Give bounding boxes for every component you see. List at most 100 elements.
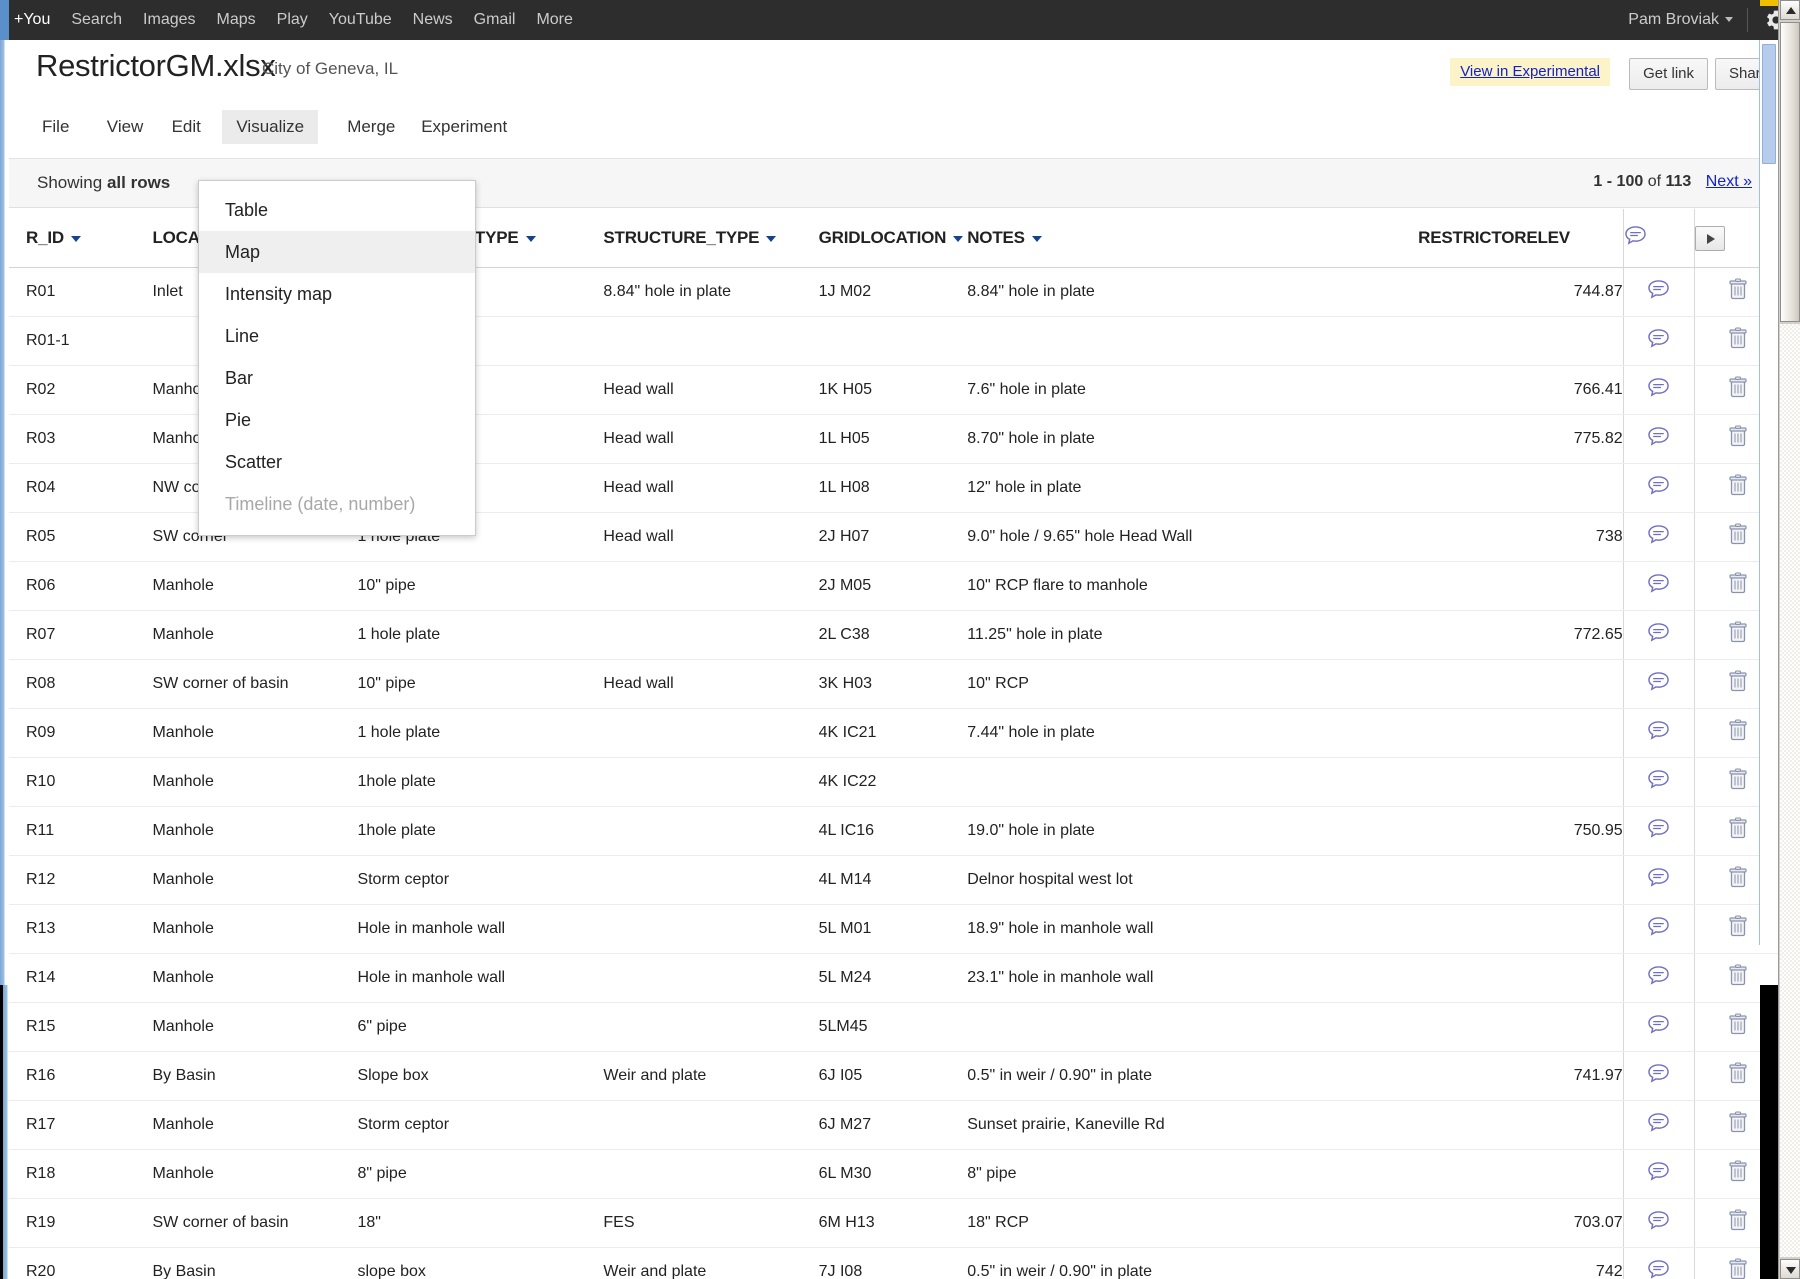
cell-restrictorelev[interactable] — [1418, 904, 1624, 954]
cell-r_id[interactable]: R11 — [9, 806, 153, 856]
comment-bubble-icon[interactable] — [1647, 426, 1670, 452]
gbar-link-more[interactable]: More — [536, 11, 572, 29]
page-scrollbar-thumb[interactable] — [1762, 44, 1776, 164]
comment-bubble-icon[interactable] — [1647, 1210, 1670, 1236]
cell-notes[interactable] — [967, 316, 1419, 366]
cell-notes[interactable]: 8.84" hole in plate — [967, 267, 1419, 317]
cell-gridlocation[interactable]: 3K H03 — [818, 659, 968, 709]
cell-r_id[interactable]: R05 — [9, 512, 153, 562]
cell-r_id[interactable]: R13 — [9, 904, 153, 954]
gbar-link--you[interactable]: +You — [14, 11, 50, 29]
trash-icon[interactable] — [1728, 1111, 1748, 1138]
cell-notes[interactable]: 7.44" hole in plate — [967, 708, 1419, 758]
menu-item-experiment[interactable]: Experiment — [407, 110, 521, 144]
cell-location[interactable]: Manhole — [152, 1100, 358, 1150]
cell-r_id[interactable]: R02 — [9, 365, 153, 415]
cell-gridlocation[interactable]: 5LM45 — [818, 1002, 968, 1052]
viz-menu-item-intensity-map[interactable]: Intensity map — [199, 273, 475, 315]
comment-bubble-icon[interactable] — [1647, 671, 1670, 697]
cell-restrictorelev[interactable]: 742 — [1418, 1247, 1624, 1279]
cell-r_id[interactable]: R04 — [9, 463, 153, 513]
viz-menu-item-pie[interactable]: Pie — [199, 399, 475, 441]
cell-r_id[interactable]: R19 — [9, 1198, 153, 1248]
cell-restrictor_type[interactable]: 8" pipe — [357, 1149, 604, 1199]
cell-notes[interactable]: 10" RCP flare to manhole — [967, 561, 1419, 611]
comment-bubble-icon[interactable] — [1647, 279, 1670, 305]
comment-bubble-icon[interactable] — [1647, 965, 1670, 991]
cell-gridlocation[interactable]: 2J H07 — [818, 512, 968, 562]
comment-bubble-icon[interactable] — [1647, 377, 1670, 403]
cell-r_id[interactable]: R07 — [9, 610, 153, 660]
comment-bubble-icon[interactable] — [1647, 1063, 1670, 1089]
cell-gridlocation[interactable]: 4K IC21 — [818, 708, 968, 758]
cell-notes[interactable]: 0.5" in weir / 0.90" in plate — [967, 1247, 1419, 1279]
trash-icon[interactable] — [1728, 278, 1748, 305]
cell-gridlocation[interactable] — [818, 316, 968, 366]
scrollbar-up-button[interactable] — [1780, 0, 1800, 20]
comment-bubble-icon[interactable] — [1647, 818, 1670, 844]
cell-gridlocation[interactable]: 7J I08 — [818, 1247, 968, 1279]
cell-structure_type[interactable]: 8.84" hole in plate — [603, 267, 819, 317]
comment-bubble-icon[interactable] — [1647, 622, 1670, 648]
column-header-restrictorelev[interactable]: RESTRICTORELEV — [1418, 209, 1624, 268]
cell-notes[interactable]: 18.9" hole in manhole wall — [967, 904, 1419, 954]
trash-icon[interactable] — [1728, 670, 1748, 697]
cell-restrictorelev[interactable] — [1418, 953, 1624, 1003]
cell-location[interactable]: SW corner of basin — [152, 1198, 358, 1248]
play-button-icon[interactable] — [1695, 225, 1726, 251]
cell-gridlocation[interactable]: 1J M02 — [818, 267, 968, 317]
cell-r_id[interactable]: R08 — [9, 659, 153, 709]
cell-structure_type[interactable] — [603, 1149, 819, 1199]
cell-restrictor_type[interactable]: Hole in manhole wall — [357, 953, 604, 1003]
view-in-experimental-link[interactable]: View in Experimental — [1460, 63, 1600, 80]
trash-icon[interactable] — [1728, 327, 1748, 354]
cell-gridlocation[interactable]: 1L H05 — [818, 414, 968, 464]
comment-bubble-icon[interactable] — [1647, 573, 1670, 599]
cell-structure_type[interactable] — [603, 1002, 819, 1052]
cell-structure_type[interactable]: Head wall — [603, 512, 819, 562]
cell-structure_type[interactable] — [603, 708, 819, 758]
trash-icon[interactable] — [1728, 866, 1748, 893]
cell-notes[interactable]: 7.6" hole in plate — [967, 365, 1419, 415]
table-row[interactable]: R19 SW corner of basin 18" FES 6M H13 18" RCP… — [9, 1198, 1781, 1248]
table-row[interactable]: R17 Manhole Storm ceptor 6J M27 Sunset prair… — [9, 1100, 1781, 1150]
cell-restrictor_type[interactable]: 18" — [357, 1198, 604, 1248]
trash-icon[interactable] — [1728, 719, 1748, 746]
cell-r_id[interactable]: R01 — [9, 267, 153, 317]
cell-notes[interactable]: 11.25" hole in plate — [967, 610, 1419, 660]
viz-menu-item-map[interactable]: Map — [199, 231, 475, 273]
gbar-link-play[interactable]: Play — [277, 11, 308, 29]
cell-notes[interactable]: 18" RCP — [967, 1198, 1419, 1248]
cell-structure_type[interactable]: Head wall — [603, 365, 819, 415]
menu-item-merge[interactable]: Merge — [333, 110, 409, 144]
table-row[interactable]: R08 SW corner of basin 10" pipe Head wall 3K… — [9, 659, 1781, 709]
cell-gridlocation[interactable]: 6J I05 — [818, 1051, 968, 1101]
trash-icon[interactable] — [1728, 1013, 1748, 1040]
cell-location[interactable]: Manhole — [152, 1149, 358, 1199]
table-row[interactable]: R15 Manhole 6" pipe 5LM45 — [9, 1002, 1781, 1052]
cell-notes[interactable]: 8.70" hole in plate — [967, 414, 1419, 464]
comment-bubble-icon[interactable] — [1647, 916, 1670, 942]
table-row[interactable]: R14 Manhole Hole in manhole wall 5L M24 23.1… — [9, 953, 1781, 1003]
cell-restrictor_type[interactable]: 10" pipe — [357, 561, 604, 611]
gbar-link-search[interactable]: Search — [71, 11, 122, 29]
cell-structure_type[interactable]: FES — [603, 1198, 819, 1248]
cell-restrictor_type[interactable]: 1hole plate — [357, 757, 604, 807]
trash-icon[interactable] — [1728, 915, 1748, 942]
cell-r_id[interactable]: R03 — [9, 414, 153, 464]
viz-menu-item-bar[interactable]: Bar — [199, 357, 475, 399]
cell-notes[interactable]: 9.0" hole / 9.65" hole Head Wall — [967, 512, 1419, 562]
cell-restrictorelev[interactable]: 703.07 — [1418, 1198, 1624, 1248]
cell-notes[interactable]: Sunset prairie, Kaneville Rd — [967, 1100, 1419, 1150]
cell-restrictorelev[interactable] — [1418, 316, 1624, 366]
cell-structure_type[interactable] — [603, 757, 819, 807]
trash-icon[interactable] — [1728, 474, 1748, 501]
cell-structure_type[interactable] — [603, 316, 819, 366]
cell-notes[interactable] — [967, 1002, 1419, 1052]
cell-notes[interactable]: 23.1" hole in manhole wall — [967, 953, 1419, 1003]
cell-gridlocation[interactable]: 5L M01 — [818, 904, 968, 954]
cell-r_id[interactable]: R09 — [9, 708, 153, 758]
cell-restrictorelev[interactable] — [1418, 659, 1624, 709]
comment-bubble-icon[interactable] — [1647, 1112, 1670, 1138]
trash-icon[interactable] — [1728, 964, 1748, 991]
